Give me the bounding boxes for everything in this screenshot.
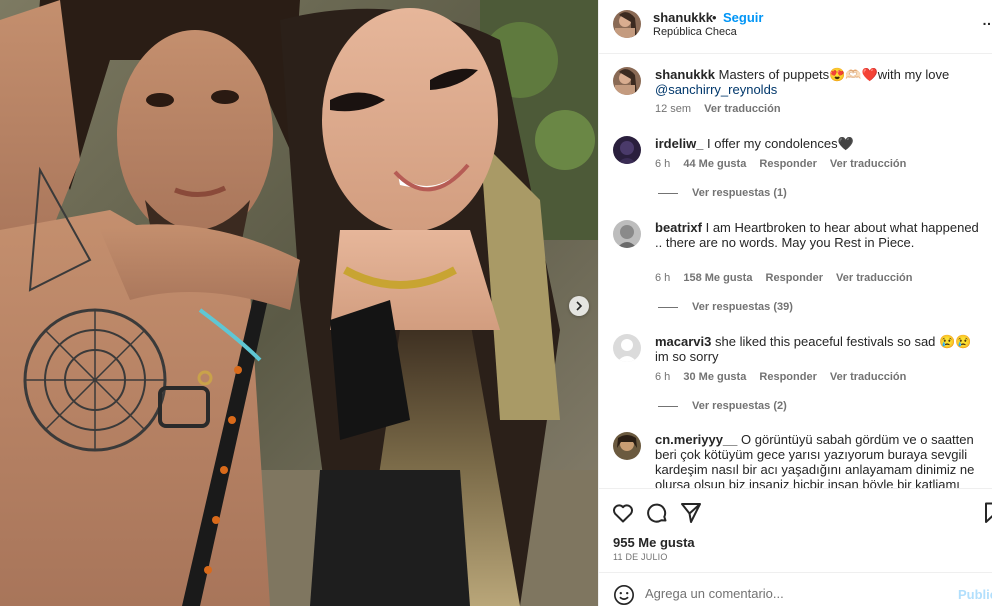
- view-replies-label: Ver respuestas (39): [692, 301, 793, 313]
- more-options-button[interactable]: …: [982, 12, 992, 28]
- comment-meta: 6 h 158 Me gusta Responder Ver traducció…: [655, 272, 922, 284]
- comment-likes[interactable]: 44 Me gusta: [683, 158, 746, 170]
- avatar-image: [613, 334, 641, 362]
- caption-time[interactable]: 12 sem: [655, 103, 691, 115]
- comment-item: beatrixf I am Heartbroken to hear about …: [599, 208, 992, 318]
- comment-username[interactable]: macarvi3: [655, 334, 711, 349]
- caption-text: shanukkk Masters of puppets😍🫶🏻❤️with my …: [655, 67, 985, 97]
- comment-text: irdeliw_ I offer my condolences🖤: [655, 136, 985, 151]
- post-header: shanukkk • Seguir República Checa …: [599, 0, 992, 54]
- avatar[interactable]: [613, 334, 641, 362]
- avatar-image: [613, 220, 641, 248]
- post-caption: shanukkk Masters of puppets😍🫶🏻❤️with my …: [599, 55, 992, 135]
- comment-username[interactable]: irdeliw_: [655, 136, 703, 151]
- reply-button[interactable]: Responder: [759, 371, 816, 383]
- view-replies-button[interactable]: Ver respuestas (39): [658, 301, 793, 313]
- speech-bubble-icon[interactable]: [645, 501, 669, 525]
- comment-username[interactable]: beatrixf: [655, 220, 702, 235]
- post-location[interactable]: República Checa: [653, 26, 737, 38]
- smiley-icon[interactable]: [613, 584, 635, 606]
- comment-text: cn.meriyyy__ O görüntüyü sabah gördüm ve…: [655, 432, 985, 488]
- comment-time[interactable]: 6 h: [655, 371, 670, 383]
- view-replies-label: Ver respuestas (2): [692, 400, 787, 412]
- reply-button[interactable]: Responder: [766, 272, 823, 284]
- comment-likes[interactable]: 30 Me gusta: [683, 371, 746, 383]
- caption-mention[interactable]: @sanchirry_reynolds: [655, 82, 777, 97]
- next-photo-button[interactable]: [569, 296, 589, 316]
- separator-dot: •: [712, 10, 717, 25]
- avatar[interactable]: [613, 136, 641, 164]
- heart-outline-icon[interactable]: [611, 501, 635, 525]
- comment-input[interactable]: [645, 581, 945, 605]
- divider-line: [658, 192, 678, 194]
- translate-button[interactable]: Ver traducción: [704, 103, 780, 115]
- avatar[interactable]: [613, 220, 641, 248]
- comment-body: I offer my condolences🖤: [707, 136, 854, 151]
- avatar[interactable]: [613, 432, 641, 460]
- comment-item: irdeliw_ I offer my condolences🖤 6 h 44 …: [599, 124, 992, 204]
- paper-plane-icon[interactable]: [679, 501, 703, 525]
- post-comment-button[interactable]: Publicar: [958, 587, 992, 602]
- avatar[interactable]: [613, 10, 641, 38]
- follow-button[interactable]: Seguir: [723, 10, 763, 25]
- comment-text: macarvi3 she liked this peaceful festiva…: [655, 334, 985, 364]
- comments-list[interactable]: shanukkk Masters of puppets😍🫶🏻❤️with my …: [599, 55, 992, 488]
- translate-button[interactable]: Ver traducción: [836, 272, 912, 284]
- avatar-image: [613, 67, 641, 95]
- avatar-image: [613, 10, 641, 38]
- post-image: [0, 0, 598, 606]
- bookmark-icon[interactable]: [981, 501, 992, 525]
- view-replies-button[interactable]: Ver respuestas (2): [658, 400, 787, 412]
- avatar-image: [613, 136, 641, 164]
- comment-meta: 6 h 30 Me gusta Responder Ver traducción: [655, 371, 916, 383]
- chevron-right-icon: [576, 301, 583, 311]
- comment-username[interactable]: cn.meriyyy__: [655, 432, 737, 447]
- divider-line: [658, 306, 678, 308]
- comment-item: macarvi3 she liked this peaceful festiva…: [599, 322, 992, 422]
- like-count[interactable]: 955 Me gusta: [613, 535, 695, 550]
- comment-body: I am Heartbroken to hear about what happ…: [655, 220, 979, 250]
- comment-time[interactable]: 6 h: [655, 272, 670, 284]
- caption-body: Masters of puppets😍🫶🏻❤️with my love: [718, 67, 950, 82]
- avatar[interactable]: [613, 67, 641, 95]
- caption-username[interactable]: shanukkk: [655, 67, 715, 82]
- caption-meta: 12 sem Ver traducción: [655, 103, 791, 115]
- comment-composer: Publicar: [599, 572, 992, 606]
- reply-button[interactable]: Responder: [759, 158, 816, 170]
- divider-line: [658, 405, 678, 407]
- translate-button[interactable]: Ver traducción: [830, 371, 906, 383]
- comment-time[interactable]: 6 h: [655, 158, 670, 170]
- post-actions: 955 Me gusta 11 DE JULIO: [599, 488, 992, 572]
- view-replies-label: Ver respuestas (1): [692, 187, 787, 199]
- comment-meta: 6 h 44 Me gusta Responder Ver traducción: [655, 158, 916, 170]
- post-side-panel: shanukkk • Seguir República Checa … shan…: [598, 0, 992, 606]
- comment-text: beatrixf I am Heartbroken to hear about …: [655, 220, 985, 250]
- comment-likes[interactable]: 158 Me gusta: [683, 272, 752, 284]
- post-author-username[interactable]: shanukkk: [653, 10, 713, 25]
- avatar-image: [613, 432, 641, 460]
- comment-item: cn.meriyyy__ O görüntüyü sabah gördüm ve…: [599, 420, 992, 488]
- post-photo[interactable]: [0, 0, 598, 606]
- view-replies-button[interactable]: Ver respuestas (1): [658, 187, 787, 199]
- translate-button[interactable]: Ver traducción: [830, 158, 906, 170]
- post-date[interactable]: 11 DE JULIO: [613, 552, 668, 562]
